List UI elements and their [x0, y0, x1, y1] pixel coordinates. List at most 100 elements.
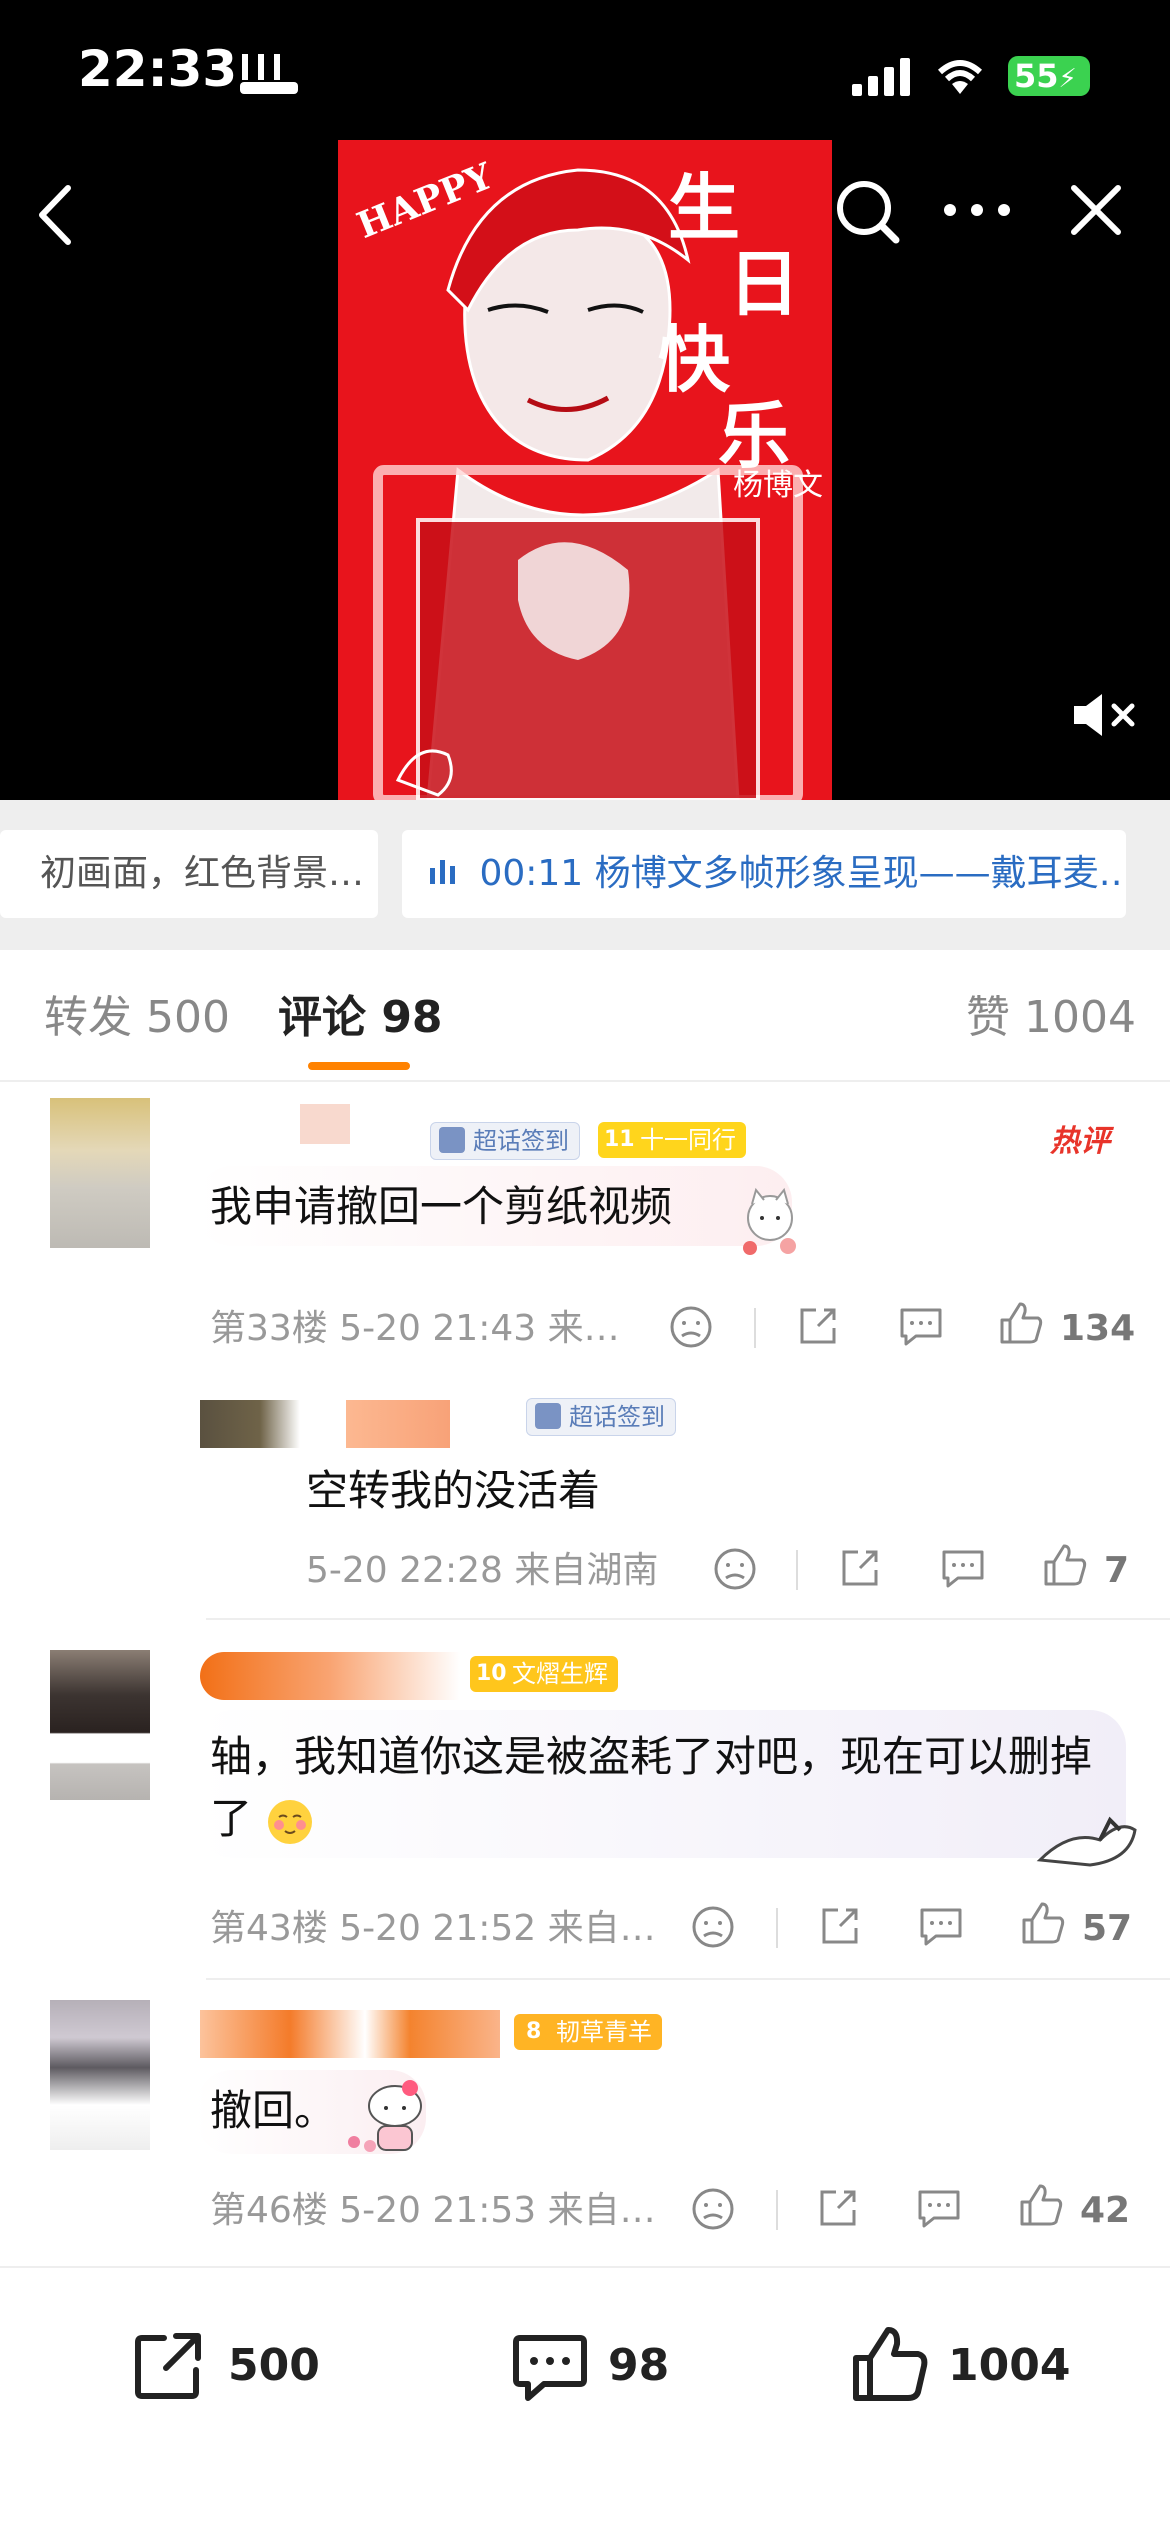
badge-fan-level: 10 文熠生辉	[470, 1656, 618, 1692]
tab-comments[interactable]: 评论 98	[278, 990, 443, 1046]
notification-icon	[240, 52, 300, 96]
badge-level: 11	[604, 1127, 635, 1152]
comment-text: 撤回。	[210, 2086, 337, 2135]
hello-kitty-sticker-icon	[340, 2070, 440, 2164]
chapter-chip[interactable]: 初画面，红色背景…	[0, 830, 378, 918]
checkin-icon	[535, 1403, 561, 1429]
share-icon	[130, 2328, 206, 2408]
comment-text: 空转我的没活着	[306, 1466, 601, 1515]
comment-item: 超话签到 11 十一同行 热评 我申请撤回一个剪纸视频 第33楼 5-20 21…	[0, 1082, 1170, 1362]
avatar[interactable]	[200, 1400, 300, 1448]
username[interactable]	[200, 2010, 500, 2058]
comment-meta: 第33楼 5-20 21:43 来…	[210, 1308, 620, 1349]
status-time: 22:33	[78, 40, 238, 98]
avatar[interactable]	[50, 2000, 150, 2150]
username[interactable]	[346, 1400, 450, 1448]
badge-level: 10	[476, 1661, 507, 1686]
close-icon[interactable]	[1066, 180, 1126, 244]
search-icon[interactable]	[832, 176, 902, 250]
tab-likes[interactable]: 赞 1004	[966, 990, 1136, 1046]
like-count: 7	[1104, 1550, 1130, 1591]
separator	[206, 1978, 1170, 1980]
divider	[754, 1308, 756, 1348]
status-bar: 22:33 55⚡	[0, 0, 1170, 140]
poster-title-char: 生	[668, 165, 741, 250]
comment-icon	[510, 2328, 590, 2412]
signal-icon	[852, 58, 912, 100]
video-chapter-strip: 初画面，红色背景… 00:11 杨博文多帧形象呈现——戴耳麦…	[0, 800, 1170, 950]
like-icon[interactable]	[1020, 1900, 1066, 1950]
share-icon[interactable]	[796, 1304, 840, 1352]
poster-name: 杨博文	[733, 468, 823, 503]
video-frame: HAPPY 生 日 快 乐 杨博文	[338, 140, 832, 800]
badge-super-topic: 超话签到	[430, 1122, 580, 1160]
like-button[interactable]: 1004	[840, 2318, 1080, 2408]
comment-reply: 超话签到 空转我的没活着 5-20 22:28 来自湖南 7	[0, 1380, 1170, 1620]
like-icon[interactable]	[1018, 2182, 1064, 2232]
avatar[interactable]	[50, 1098, 150, 1248]
comment-text: 我申请撤回一个剪纸视频	[210, 1182, 673, 1231]
dislike-icon[interactable]	[690, 1904, 736, 1954]
reply-icon[interactable]	[898, 1304, 944, 1352]
hot-comment-tag: 热评	[1050, 1124, 1110, 1159]
chapter-chip-label: 初画面，红色背景…	[40, 853, 365, 894]
poster-title: 生 日 快 乐	[658, 170, 818, 474]
badge-label: 十一同行	[640, 1126, 736, 1154]
like-count: 1004	[948, 2340, 1071, 2391]
badge-label: 韧草青羊	[556, 2018, 652, 2046]
audio-bars-icon	[428, 831, 458, 918]
blush-emoji-icon	[265, 1797, 315, 1847]
badge-label: 超话签到	[473, 1127, 569, 1155]
comment-meta: 第46楼 5-20 21:53 来自…	[210, 2190, 656, 2231]
badge-super-topic: 超话签到	[526, 1398, 676, 1436]
username[interactable]	[200, 1652, 460, 1700]
badge-level: 8	[526, 2019, 542, 2044]
bottom-action-bar: 500 98 1004	[0, 2266, 1170, 2534]
chapter-chip-active[interactable]: 00:11 杨博文多帧形象呈现——戴耳麦…	[402, 830, 1126, 918]
dislike-icon[interactable]	[668, 1304, 714, 1354]
reply-icon[interactable]	[918, 1904, 964, 1952]
cat-sticker-icon	[730, 1182, 810, 1262]
mute-icon[interactable]	[1070, 690, 1140, 744]
like-count: 42	[1080, 2190, 1131, 2231]
tab-repost[interactable]: 转发 500	[44, 990, 230, 1046]
tab-bar: 转发 500 评论 98 赞 1004	[0, 950, 1170, 1082]
poster-title-char: 快	[658, 317, 731, 402]
comment-text-body: 轴，我知道你这是被盗耗了对吧，现在可以删掉了	[210, 1732, 1093, 1843]
comment-text: 轴，我知道你这是被盗耗了对吧，现在可以删掉了	[210, 1726, 1110, 1850]
wifi-icon	[934, 54, 986, 100]
battery-icon: 55⚡	[1008, 56, 1090, 96]
divider	[796, 1550, 798, 1590]
reply-icon[interactable]	[940, 1546, 986, 1594]
divider	[776, 2190, 778, 2230]
back-icon[interactable]	[30, 180, 80, 254]
comment-item: 10 文熠生辉 轴，我知道你这是被盗耗了对吧，现在可以删掉了 第43楼 5-20…	[0, 1630, 1170, 1970]
dislike-icon[interactable]	[712, 1546, 758, 1596]
share-icon[interactable]	[816, 2186, 860, 2234]
badge-fan-level: 8 韧草青羊	[514, 2014, 662, 2050]
sticker-icon	[1030, 1800, 1140, 1874]
like-icon[interactable]	[1042, 1542, 1088, 1592]
badge-label: 文熠生辉	[512, 1660, 608, 1688]
divider	[776, 1908, 778, 1948]
poster-title-char: 日	[728, 241, 801, 326]
more-icon[interactable]	[942, 202, 1012, 222]
share-icon[interactable]	[838, 1546, 882, 1594]
dislike-icon[interactable]	[690, 2186, 736, 2236]
username[interactable]	[300, 1104, 350, 1144]
like-count: 57	[1082, 1908, 1133, 1949]
avatar[interactable]	[50, 1650, 150, 1800]
comment-item: 8 韧草青羊 撤回。 第46楼 5-20 21:53 来自… 42	[0, 1990, 1170, 2260]
comment-meta: 5-20 22:28 来自湖南	[306, 1550, 659, 1591]
like-icon	[850, 2324, 930, 2408]
share-icon[interactable]	[818, 1904, 862, 1952]
comment-button[interactable]: 98	[500, 2318, 700, 2408]
separator	[206, 1618, 1170, 1620]
repost-count: 500	[228, 2340, 320, 2391]
like-icon[interactable]	[998, 1300, 1044, 1350]
chapter-chip-label: 00:11 杨博文多帧形象呈现——戴耳麦…	[479, 853, 1126, 894]
checkin-icon	[439, 1127, 465, 1153]
reply-icon[interactable]	[916, 2186, 962, 2234]
badge-fan-level: 11 十一同行	[598, 1122, 746, 1158]
repost-button[interactable]: 500	[120, 2318, 340, 2408]
